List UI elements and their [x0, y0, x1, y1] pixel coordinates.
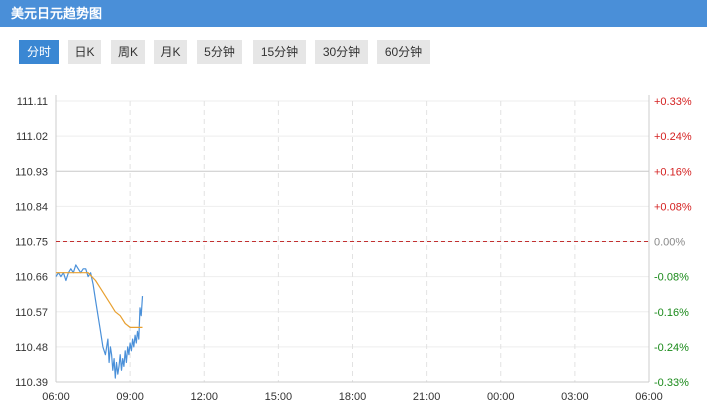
y-tick-label-right: +0.24%	[654, 131, 692, 143]
average-line	[56, 272, 143, 328]
y-tick-label-left: 110.39	[15, 377, 48, 389]
y-tick-label-right: +0.08%	[654, 201, 692, 213]
price-trend-chart: 111.11 111.02 110.93 110.84 110.75 110.66 110.…	[15, 95, 692, 403]
chart-series	[55, 264, 144, 379]
x-tick-label: 15:00	[265, 391, 293, 403]
y-tick-label-left: 110.75	[15, 237, 48, 249]
y-tick-label-right: -0.33%	[654, 377, 689, 389]
y-tick-label-left: 110.66	[15, 272, 48, 284]
price-line	[55, 264, 144, 379]
y-tick-label-left: 111.02	[16, 131, 48, 143]
y-tick-label-left: 110.57	[15, 307, 48, 319]
chart-grid	[55, 95, 650, 383]
x-tick-label: 06:00	[42, 391, 70, 403]
x-tick-label: 03:00	[561, 391, 589, 403]
y-tick-label-left: 110.84	[15, 201, 48, 213]
y-tick-label-left: 110.93	[15, 166, 48, 178]
x-tick-label: 06:00	[635, 391, 663, 403]
x-tick-label: 18:00	[339, 391, 367, 403]
y-tick-label-left: 110.48	[15, 342, 48, 354]
y-tick-label-right: -0.08%	[654, 272, 689, 284]
y-tick-label-right: 0.00%	[654, 237, 685, 249]
chart-axis-labels: 111.11 111.02 110.93 110.84 110.75 110.66 110.…	[15, 96, 692, 403]
y-tick-label-right: +0.16%	[654, 166, 692, 178]
y-tick-label-right: +0.33%	[654, 96, 692, 108]
y-tick-label-right: -0.24%	[654, 342, 689, 354]
x-tick-label: 09:00	[116, 391, 144, 403]
x-tick-label: 21:00	[413, 391, 441, 403]
y-tick-label-left: 111.11	[17, 96, 48, 108]
x-tick-label: 12:00	[190, 391, 218, 403]
y-tick-label-right: -0.16%	[654, 307, 689, 319]
x-tick-label: 00:00	[487, 391, 515, 403]
